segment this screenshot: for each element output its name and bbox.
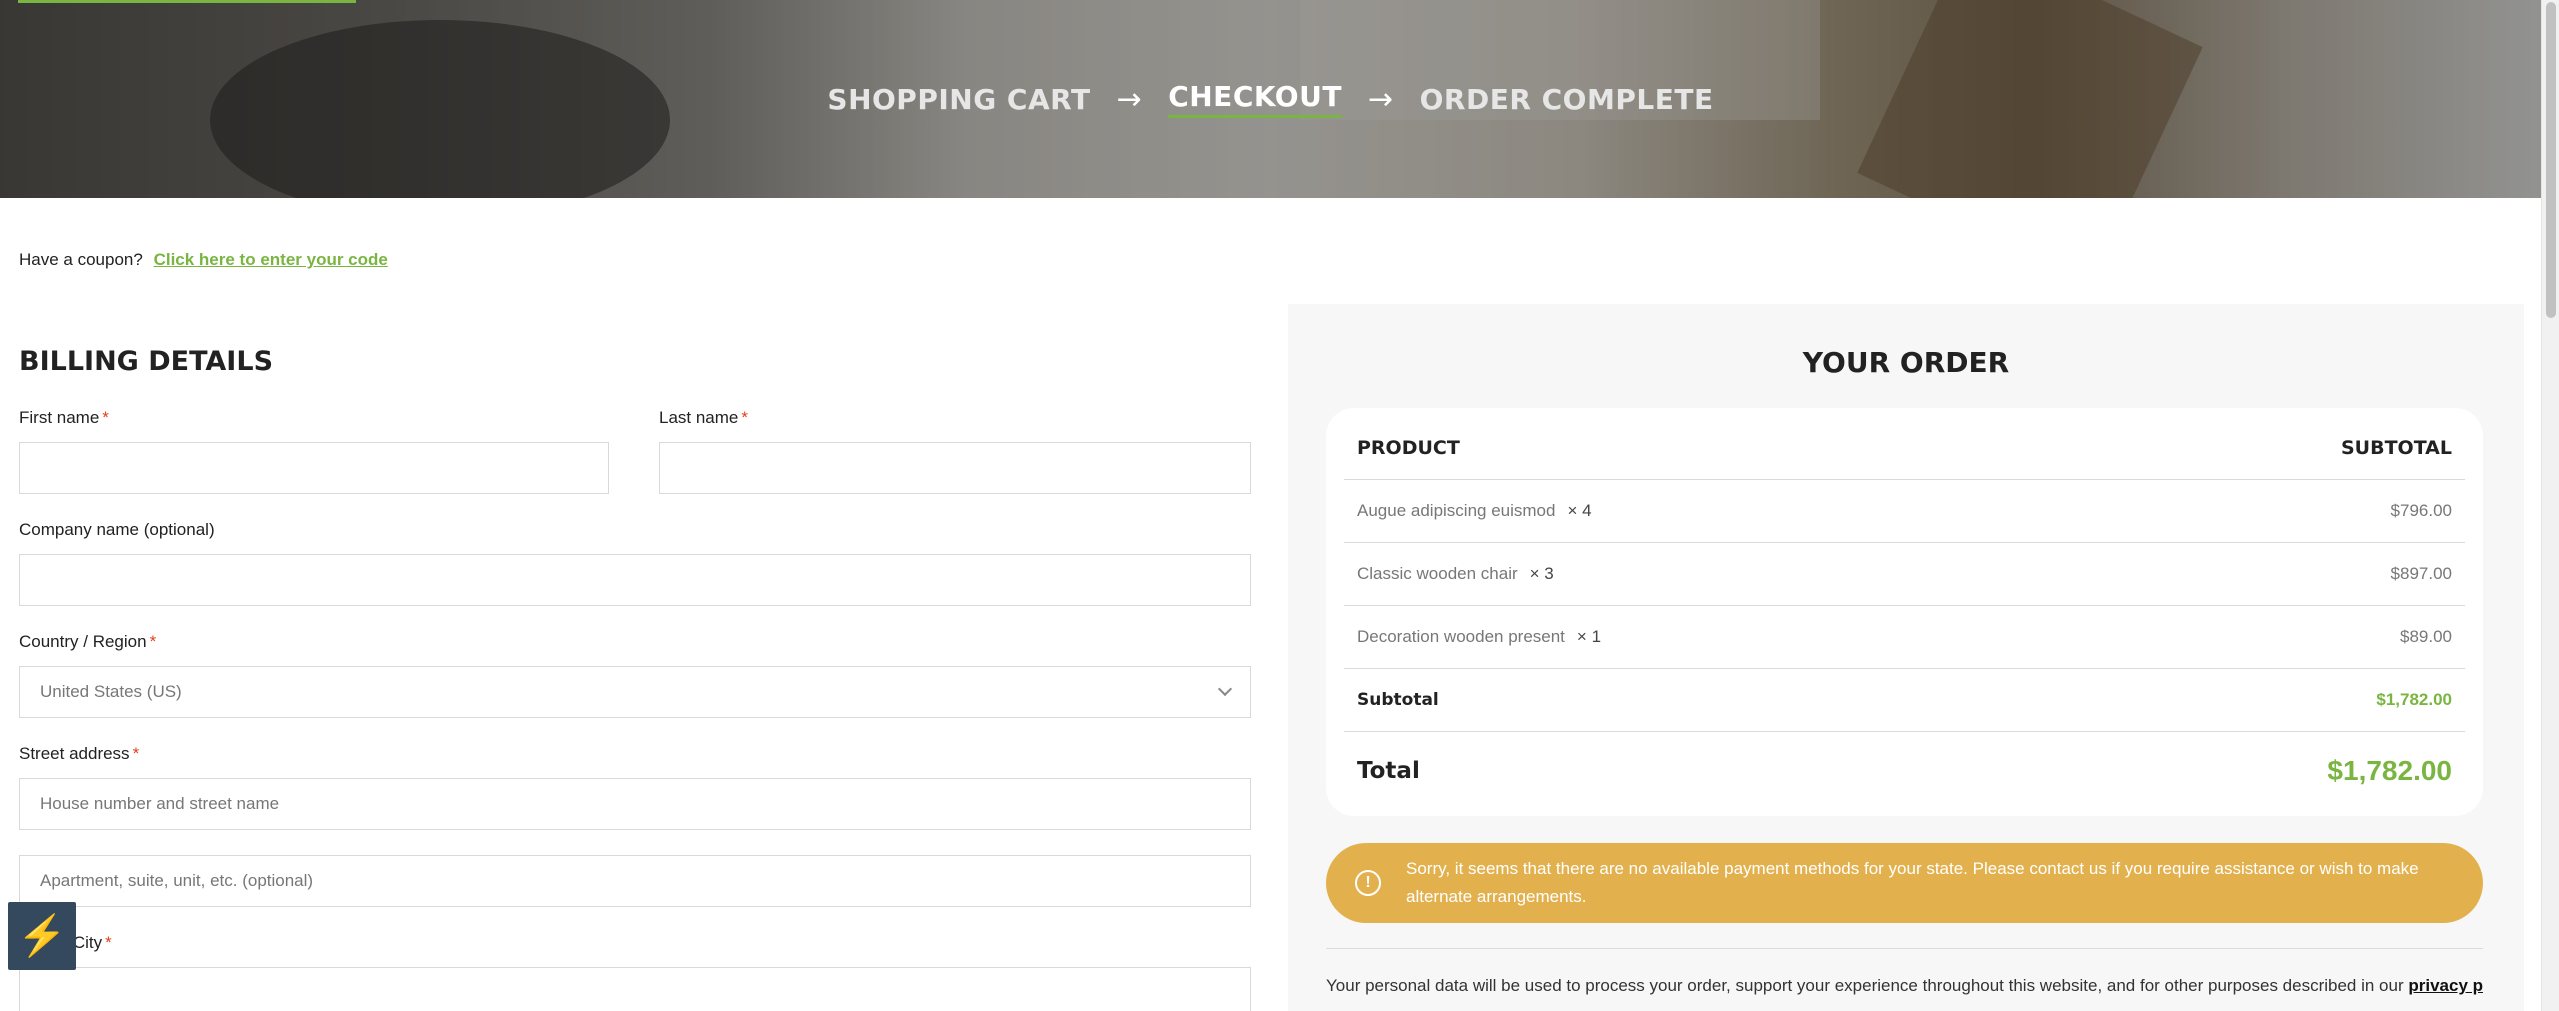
first-name-field[interactable] [19, 442, 609, 494]
page-scrollbar[interactable] [2541, 0, 2559, 1011]
payment-notice: ! Sorry, it seems that there are no avai… [1326, 843, 2483, 923]
required-mark: * [105, 933, 112, 952]
table-row: Augue adipiscing euismod × 4 $796.00 [1344, 480, 2465, 543]
first-name-label: First name * [19, 408, 109, 427]
subtotal-value: $1,782.00 [2376, 690, 2452, 709]
required-mark: * [102, 408, 109, 427]
company-field[interactable] [19, 554, 1251, 606]
required-mark: * [132, 744, 140, 763]
apartment-field[interactable]: Apartment, suite, unit, etc. (optional) [19, 855, 1251, 907]
subtotal-row: Subtotal $1,782.00 [1344, 669, 2465, 732]
coupon-link[interactable]: Click here to enter your code [154, 250, 388, 269]
country-value: United States (US) [40, 682, 182, 701]
order-title: YOUR ORDER [1802, 346, 2010, 379]
last-name-field[interactable] [659, 442, 1251, 494]
payment-notice-text: Sorry, it seems that there are no availa… [1406, 859, 2419, 906]
coupon-prompt: Have a coupon? [19, 250, 143, 269]
last-name-label: Last name * [659, 408, 749, 427]
lightning-bolt-icon: ⚡ [17, 914, 67, 958]
col-product: PRODUCT [1357, 436, 1460, 459]
required-mark: * [741, 408, 749, 427]
product-qty: × 3 [1529, 564, 1554, 583]
step-shopping-cart[interactable]: SHOPPING CART [827, 83, 1090, 116]
billing-title: BILLING DETAILS [19, 346, 274, 377]
street-placeholder: House number and street name [40, 794, 280, 813]
step-checkout[interactable]: CHECKOUT [1168, 80, 1342, 118]
country-label: Country / Region * [19, 632, 157, 651]
order-table-header: PRODUCT SUBTOTAL [1344, 408, 2465, 480]
total-label: Total [1357, 758, 1420, 784]
product-name: Classic wooden chair [1357, 564, 1518, 583]
total-row: Total $1,782.00 [1344, 732, 2465, 810]
product-price: $897.00 [2390, 564, 2452, 583]
coupon-notice: Have a coupon? Click here to enter your … [19, 250, 388, 270]
country-select[interactable]: United States (US) [19, 666, 1251, 718]
page-hero: SHOPPING CART → CHECKOUT → ORDER COMPLET… [0, 0, 2541, 198]
col-subtotal: SUBTOTAL [2340, 436, 2452, 459]
chevron-down-icon [1217, 681, 1233, 697]
subtotal-label: Subtotal [1357, 690, 1439, 710]
product-qty: × 4 [1567, 501, 1592, 520]
product-name: Augue adipiscing euismod [1357, 501, 1556, 520]
divider [1326, 948, 2483, 949]
table-row: Classic wooden chair × 3 $897.00 [1344, 543, 2465, 606]
city-field[interactable] [19, 967, 1251, 1011]
order-review-panel: YOUR ORDER PRODUCT SUBTOTAL Augue adipis… [1288, 304, 2524, 1011]
checkout-steps: SHOPPING CART → CHECKOUT → ORDER COMPLET… [0, 80, 2541, 118]
street-address-field[interactable]: House number and street name [19, 778, 1251, 830]
arrow-right-icon: → [1367, 81, 1394, 117]
table-row: Decoration wooden present × 1 $89.00 [1344, 606, 2465, 669]
scrollbar-thumb[interactable] [2546, 2, 2556, 318]
hero-accent-bar [18, 0, 356, 3]
lightning-widget-button[interactable]: ⚡ [8, 902, 76, 970]
step-order-complete: ORDER COMPLETE [1419, 82, 1714, 116]
arrow-right-icon: → [1116, 81, 1143, 117]
street-label: Street address * [19, 744, 140, 763]
apartment-placeholder: Apartment, suite, unit, etc. (optional) [40, 871, 314, 890]
required-mark: * [149, 632, 157, 651]
privacy-notice: Your personal data will be used to proce… [1326, 976, 2483, 996]
product-name: Decoration wooden present [1357, 627, 1565, 646]
privacy-policy-link[interactable]: privacy policy [2408, 976, 2483, 995]
alert-icon: ! [1355, 870, 1381, 896]
product-price: $796.00 [2390, 501, 2452, 520]
product-price: $89.00 [2400, 627, 2452, 646]
order-table: PRODUCT SUBTOTAL Augue adipiscing euismo… [1326, 408, 2483, 816]
product-qty: × 1 [1576, 627, 1602, 646]
company-label: Company name (optional) [19, 520, 215, 539]
total-value: $1,782.00 [2327, 755, 2452, 786]
